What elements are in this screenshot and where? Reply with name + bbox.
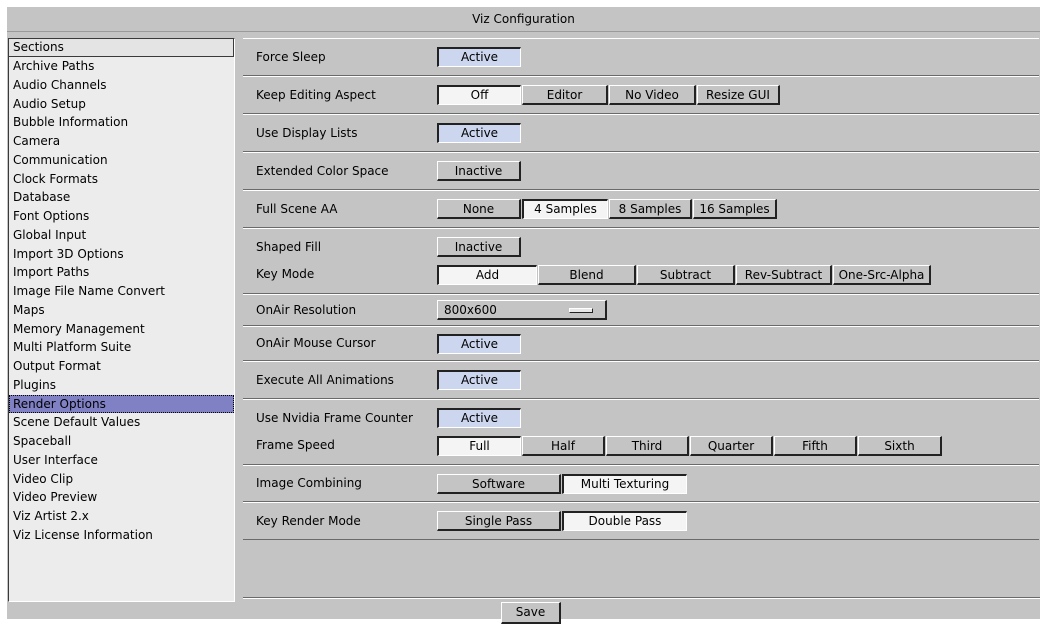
sidebar-item-multi-platform-suite[interactable]: Multi Platform Suite (9, 338, 234, 357)
extended-color-space-label: Extended Color Space (256, 164, 389, 178)
frame-speed-label: Frame Speed (256, 438, 335, 452)
extended-color-space-toggle[interactable]: Inactive (437, 161, 521, 181)
sidebar-item-video-clip[interactable]: Video Clip (9, 470, 234, 489)
save-button[interactable]: Save (501, 602, 561, 624)
window-title: Viz Configuration (7, 7, 1040, 32)
key-mode-blend-button[interactable]: Blend (538, 265, 636, 285)
image-combining-label: Image Combining (256, 476, 362, 490)
sidebar-item-import-3d-options[interactable]: Import 3D Options (9, 245, 234, 264)
keep-editing-aspect-label: Keep Editing Aspect (256, 88, 376, 102)
viz-configuration-window: Viz Configuration Sections Archive Paths… (7, 7, 1040, 624)
sidebar-item-import-paths[interactable]: Import Paths (9, 263, 234, 282)
full-scene-aa-none-button[interactable]: None (437, 199, 521, 219)
shaped-fill-label: Shaped Fill (256, 240, 322, 254)
keep-editing-aspect-off-button[interactable]: Off (437, 85, 521, 105)
use-display-lists-label: Use Display Lists (256, 126, 358, 140)
key-mode-subtract-button[interactable]: Subtract (637, 265, 735, 285)
keep-editing-aspect-row: Keep Editing Aspect Off Editor No Video … (243, 76, 1039, 114)
frame-speed-sixth-button[interactable]: Sixth (858, 436, 942, 456)
image-combining-row: Image Combining Software Multi Texturing (243, 465, 1039, 502)
key-mode-one-src-alpha-button[interactable]: One-Src-Alpha (833, 265, 931, 285)
sidebar-item-communication[interactable]: Communication (9, 151, 234, 170)
sidebar-item-render-options[interactable]: Render Options (9, 394, 234, 414)
key-mode-add-button[interactable]: Add (437, 265, 537, 285)
keep-editing-aspect-editor-button[interactable]: Editor (522, 85, 608, 105)
sidebar-item-archive-paths[interactable]: Archive Paths (9, 57, 234, 76)
frame-speed-third-button[interactable]: Third (606, 436, 689, 456)
onair-resolution-dropdown[interactable]: 800x600 (437, 300, 607, 320)
key-render-mode-single-pass-button[interactable]: Single Pass (437, 511, 561, 531)
sidebar-item-audio-setup[interactable]: Audio Setup (9, 95, 234, 114)
sidebar-item-image-file-name-convert[interactable]: Image File Name Convert (9, 282, 234, 301)
onair-resolution-label: OnAir Resolution (256, 303, 357, 317)
dropdown-indicator-icon (569, 308, 593, 313)
footer-divider (243, 597, 1040, 599)
key-mode-rev-subtract-button[interactable]: Rev-Subtract (736, 265, 832, 285)
sidebar-item-clock-formats[interactable]: Clock Formats (9, 170, 234, 189)
sidebar-item-memory-management[interactable]: Memory Management (9, 320, 234, 339)
sections-list[interactable]: Sections Archive Paths Audio Channels Au… (8, 38, 235, 602)
force-sleep-toggle[interactable]: Active (437, 47, 521, 67)
sidebar-item-audio-channels[interactable]: Audio Channels (9, 76, 234, 95)
use-nvidia-frame-counter-toggle[interactable]: Active (437, 408, 521, 428)
frame-speed-quarter-button[interactable]: Quarter (690, 436, 773, 456)
sidebar-item-viz-artist-2x[interactable]: Viz Artist 2.x (9, 507, 234, 526)
full-scene-aa-16-samples-button[interactable]: 16 Samples (693, 199, 777, 219)
onair-mouse-cursor-row: OnAir Mouse Cursor Active (243, 326, 1039, 361)
sidebar-item-plugins[interactable]: Plugins (9, 376, 234, 395)
sidebar-item-bubble-information[interactable]: Bubble Information (9, 113, 234, 132)
execute-all-animations-label: Execute All Animations (256, 373, 394, 387)
frame-speed-fifth-button[interactable]: Fifth (774, 436, 857, 456)
onair-mouse-cursor-label: OnAir Mouse Cursor (256, 336, 376, 350)
key-render-mode-row: Key Render Mode Single Pass Double Pass (243, 502, 1039, 540)
use-display-lists-toggle[interactable]: Active (437, 123, 521, 143)
shaped-fill-toggle[interactable]: Inactive (437, 237, 521, 257)
onair-resolution-row: OnAir Resolution 800x600 (243, 294, 1039, 326)
full-scene-aa-4-samples-button[interactable]: 4 Samples (522, 199, 608, 219)
execute-all-animations-row: Execute All Animations Active (243, 361, 1039, 399)
sidebar-item-scene-default-values[interactable]: Scene Default Values (9, 413, 234, 432)
frame-counter-speed-row: Use Nvidia Frame Counter Active Frame Sp… (243, 399, 1039, 465)
sections-header: Sections (9, 39, 234, 57)
frame-speed-full-button[interactable]: Full (437, 436, 521, 456)
sidebar-item-global-input[interactable]: Global Input (9, 226, 234, 245)
shaped-fill-key-mode-row: Shaped Fill Inactive Key Mode Add Blend … (243, 228, 1039, 294)
sidebar-item-database[interactable]: Database (9, 188, 234, 207)
image-combining-multi-texturing-button[interactable]: Multi Texturing (562, 474, 687, 494)
use-display-lists-row: Use Display Lists Active (243, 114, 1039, 152)
key-render-mode-label: Key Render Mode (256, 514, 361, 528)
sidebar-item-maps[interactable]: Maps (9, 301, 234, 320)
keep-editing-aspect-no-video-button[interactable]: No Video (609, 85, 696, 105)
frame-speed-half-button[interactable]: Half (522, 436, 605, 456)
force-sleep-row: Force Sleep Active (243, 38, 1039, 76)
execute-all-animations-toggle[interactable]: Active (437, 370, 521, 390)
full-scene-aa-8-samples-button[interactable]: 8 Samples (609, 199, 692, 219)
full-scene-aa-label: Full Scene AA (256, 202, 338, 216)
sidebar-item-output-format[interactable]: Output Format (9, 357, 234, 376)
onair-resolution-value: 800x600 (444, 303, 497, 317)
render-options-panel: Force Sleep Active Keep Editing Aspect O… (243, 38, 1040, 598)
use-nvidia-frame-counter-label: Use Nvidia Frame Counter (256, 411, 413, 425)
key-render-mode-double-pass-button[interactable]: Double Pass (562, 511, 687, 531)
sidebar-item-spaceball[interactable]: Spaceball (9, 432, 234, 451)
full-scene-aa-row: Full Scene AA None 4 Samples 8 Samples 1… (243, 190, 1039, 228)
onair-mouse-cursor-toggle[interactable]: Active (437, 334, 521, 354)
force-sleep-label: Force Sleep (256, 50, 326, 64)
sidebar-item-camera[interactable]: Camera (9, 132, 234, 151)
image-combining-software-button[interactable]: Software (437, 474, 561, 494)
extended-color-space-row: Extended Color Space Inactive (243, 152, 1039, 190)
sidebar-item-font-options[interactable]: Font Options (9, 207, 234, 226)
sidebar-item-user-interface[interactable]: User Interface (9, 451, 234, 470)
sidebar-item-video-preview[interactable]: Video Preview (9, 488, 234, 507)
sidebar-item-viz-license-information[interactable]: Viz License Information (9, 526, 234, 545)
key-mode-label: Key Mode (256, 267, 315, 281)
keep-editing-aspect-resize-gui-button[interactable]: Resize GUI (697, 85, 780, 105)
